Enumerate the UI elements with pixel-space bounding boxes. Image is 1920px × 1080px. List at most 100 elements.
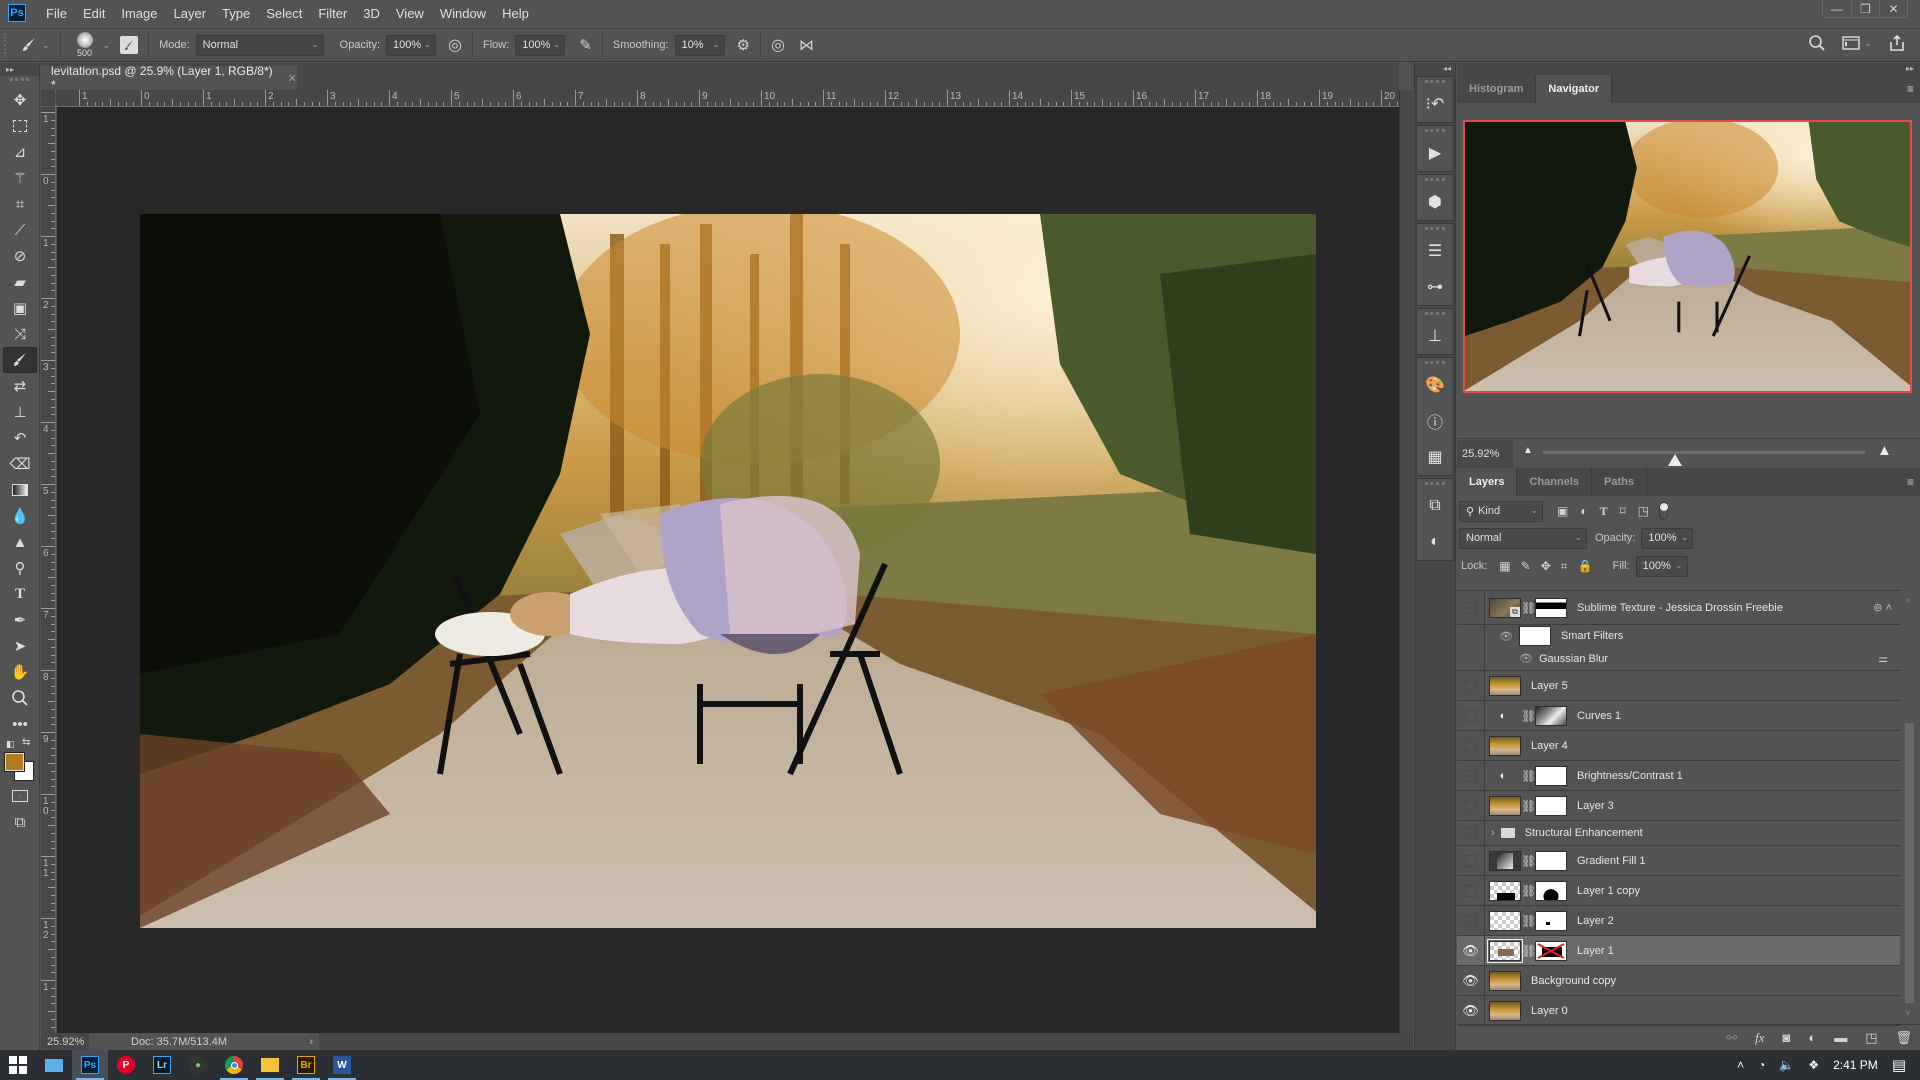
show-hidden-icons-chevron-icon[interactable]: ˄ xyxy=(1737,1058,1744,1072)
document-image[interactable] xyxy=(140,214,1316,928)
wifi-icon[interactable]: ◔ xyxy=(1758,1058,1765,1072)
default-colors-icon[interactable]: ◧ xyxy=(6,739,15,750)
gradient-tool[interactable] xyxy=(0,477,40,503)
filter-adjustment-icon[interactable]: ◐ xyxy=(1580,504,1587,518)
link-icon[interactable]: ⛓ xyxy=(1521,709,1536,723)
menu-select[interactable]: Select xyxy=(266,6,302,21)
taskbar-camera[interactable]: ● xyxy=(180,1050,216,1080)
tab-navigator[interactable]: Navigator xyxy=(1536,75,1613,103)
link-icon[interactable]: ⛓ xyxy=(1521,884,1536,898)
fill-input[interactable]: 100% ⌄ xyxy=(1635,555,1688,577)
menu-filter[interactable]: Filter xyxy=(318,6,347,21)
3d-panel-button[interactable]: ⬢ xyxy=(1417,184,1453,220)
layer-row[interactable]: ◐ ⛓ Brightness/Contrast 1 xyxy=(1457,761,1900,791)
magic-wand-tool[interactable]: ⚚ xyxy=(0,165,40,191)
share-icon[interactable] xyxy=(1888,34,1906,52)
actions-panel-button[interactable]: ▶ xyxy=(1417,135,1453,171)
navigator-zoom-field[interactable]: 25.92% xyxy=(1457,439,1513,468)
scroll-down-icon[interactable]: ˅ xyxy=(1905,1008,1910,1018)
clone-stamp-tool[interactable]: ⊥ xyxy=(0,399,40,425)
menu-file[interactable]: File xyxy=(46,6,67,21)
clock[interactable]: 2:41 PM xyxy=(1833,1058,1878,1072)
ruler-origin[interactable] xyxy=(41,90,56,107)
tab-paths[interactable]: Paths xyxy=(1592,468,1647,496)
layer-row-selected[interactable]: 👁 ⛓ Layer 1 xyxy=(1457,936,1900,966)
lock-all-icon[interactable]: 🔒 xyxy=(1578,559,1593,573)
link-icon[interactable]: ⛓ xyxy=(1521,944,1536,958)
history-brush-tool[interactable]: ↶ xyxy=(0,425,40,451)
layer-mask-thumbnail[interactable] xyxy=(1535,910,1567,931)
layer-row[interactable]: ⛓ Layer 1 copy xyxy=(1457,876,1900,906)
visibility-toggle[interactable] xyxy=(1457,591,1485,624)
move-tool[interactable]: ✥ xyxy=(0,87,40,113)
navigator-preview[interactable] xyxy=(1463,120,1912,393)
layer-row[interactable]: ⛓ Layer 3 xyxy=(1457,791,1900,821)
zoom-level-field[interactable]: 25.92% xyxy=(41,1036,89,1048)
tab-channels[interactable]: Channels xyxy=(1517,468,1592,496)
adjustments-panel-button[interactable]: ◐ xyxy=(1417,524,1453,560)
visibility-toggle[interactable] xyxy=(1457,731,1485,760)
screen-mode-button[interactable]: ⧉ xyxy=(0,809,40,835)
zoom-tool[interactable] xyxy=(0,685,40,711)
close-document-icon[interactable]: ✕ xyxy=(288,72,297,85)
new-layer-icon[interactable]: ◳ xyxy=(1865,1030,1877,1046)
eraser-tool[interactable]: ⌫ xyxy=(0,451,40,477)
menu-image[interactable]: Image xyxy=(121,6,157,21)
search-icon[interactable] xyxy=(1808,34,1826,52)
horizontal-ruler[interactable]: 1 0 1 2 3 4 5 6 7 8 9 10 11 12 13 14 15 16 17 18 19 20 xyxy=(56,90,1399,107)
healing-tool[interactable]: ▰ xyxy=(0,269,40,295)
visibility-toggle[interactable]: 👁 xyxy=(1457,936,1485,965)
taskbar-photoshop[interactable]: Ps xyxy=(72,1050,108,1080)
restore-button[interactable]: ❐ xyxy=(1851,0,1879,17)
expand-panels-icon[interactable]: ▸▸ xyxy=(1457,63,1920,75)
layer-opacity-input[interactable]: 100% ⌄ xyxy=(1641,527,1694,549)
airbrush-icon[interactable]: ✎ xyxy=(579,36,592,54)
visibility-toggle[interactable] xyxy=(1457,876,1485,905)
libraries-panel-button[interactable]: ⧉ xyxy=(1417,488,1453,524)
swap-colors-icon[interactable]: ⇆ xyxy=(22,737,30,748)
crop-tool[interactable]: ⌗ xyxy=(0,191,40,217)
lock-artboard-icon[interactable]: ⌗ xyxy=(1561,559,1568,574)
flow-input[interactable]: 100% ⌄ xyxy=(515,34,566,56)
action-center-icon[interactable]: ▤ xyxy=(1892,1056,1906,1074)
fx-icon[interactable]: fx xyxy=(1755,1030,1764,1046)
patch-tool[interactable]: ▣ xyxy=(0,295,40,321)
sharpen-tool[interactable]: ▲ xyxy=(0,529,40,555)
minimize-button[interactable]: — xyxy=(1823,0,1851,17)
panel-menu-icon[interactable]: ≡ xyxy=(1907,475,1914,489)
blur-tool[interactable]: 💧 xyxy=(0,503,40,529)
layer-row[interactable]: ⛓ Layer 2 xyxy=(1457,906,1900,936)
menu-type[interactable]: Type xyxy=(222,6,250,21)
layer-row[interactable]: Layer 5 xyxy=(1457,671,1900,701)
foreground-color-swatch[interactable] xyxy=(4,752,25,772)
layer-mask-thumbnail[interactable] xyxy=(1535,705,1567,726)
link-icon[interactable]: ⛓ xyxy=(1521,601,1536,615)
swatches-panel-button[interactable]: 🎨 xyxy=(1417,367,1453,403)
layer-mask-thumbnail[interactable] xyxy=(1535,597,1567,618)
layer-row[interactable]: ⛓ Gradient Fill 1 xyxy=(1457,846,1900,876)
edit-toolbar-button[interactable]: ••• xyxy=(0,711,40,737)
volume-icon[interactable]: 🔈 xyxy=(1779,1058,1794,1072)
menu-edit[interactable]: Edit xyxy=(83,6,105,21)
taskbar-word[interactable]: W xyxy=(324,1050,360,1080)
visibility-toggle[interactable] xyxy=(1457,821,1485,845)
lock-transparent-icon[interactable]: ▦ xyxy=(1499,559,1510,573)
toolbar-grip[interactable] xyxy=(10,78,29,85)
layer-row[interactable]: 👁 Layer 0 xyxy=(1457,996,1900,1026)
opacity-input[interactable]: 100% ⌄ xyxy=(386,34,437,56)
layer-row[interactable]: Layer 4 xyxy=(1457,731,1900,761)
menu-layer[interactable]: Layer xyxy=(174,6,207,21)
link-layers-icon[interactable]: ⚯ xyxy=(1726,1030,1737,1046)
quick-mask-button[interactable]: ◌ xyxy=(0,783,40,809)
start-button[interactable] xyxy=(0,1050,36,1080)
lock-pixels-brush-icon[interactable]: ✎ xyxy=(1521,559,1531,573)
link-icon[interactable]: ⛓ xyxy=(1521,799,1536,813)
smart-filter-mask[interactable] xyxy=(1518,626,1551,646)
filter-pixel-icon[interactable]: ▣ xyxy=(1557,504,1568,518)
layer-row[interactable]: ⧉ ⛓ Sublime Texture - Jessica Drossin Fr… xyxy=(1457,591,1900,625)
smart-filters-row[interactable]: 👁 Smart Filters xyxy=(1457,625,1900,647)
options-grip[interactable] xyxy=(4,33,10,57)
chevron-down-icon[interactable]: ⌄ xyxy=(42,40,50,51)
lock-position-icon[interactable]: ✥ xyxy=(1541,559,1551,573)
eye-icon[interactable]: 👁 xyxy=(1519,652,1533,665)
